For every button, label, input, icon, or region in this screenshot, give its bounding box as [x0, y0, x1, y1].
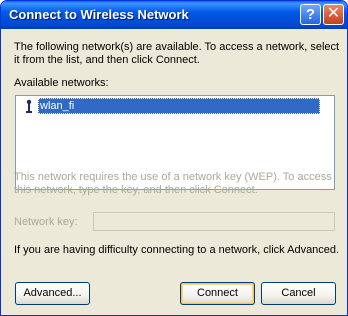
- network-item-wlan-fi[interactable]: wlan_fi: [21, 98, 327, 114]
- key-info-line1: This network requires the use of a netwo…: [14, 171, 332, 183]
- close-button[interactable]: ✕: [323, 4, 344, 25]
- network-name: wlan_fi: [38, 98, 320, 114]
- advanced-button[interactable]: Advanced...: [15, 282, 90, 305]
- intro-text-line2: it from the list, and then click Connect…: [14, 54, 200, 66]
- cancel-button[interactable]: Cancel: [261, 282, 336, 305]
- network-key-label: Network key:: [14, 216, 78, 228]
- connect-wireless-dialog: Connect to Wireless Network ? ✕ The foll…: [0, 0, 348, 316]
- wireless-antenna-icon: [26, 99, 32, 113]
- connect-button[interactable]: Connect: [180, 282, 255, 305]
- intro-text-line1: The following network(s) are available. …: [14, 41, 340, 53]
- help-button[interactable]: ?: [300, 4, 321, 25]
- network-key-field[interactable]: [93, 212, 335, 231]
- available-networks-label: Available networks:: [14, 77, 109, 89]
- key-info-line2: this network, type the key, and then cli…: [14, 184, 258, 196]
- dialog-body: The following network(s) are available. …: [4, 29, 344, 312]
- dialog-title: Connect to Wireless Network: [9, 7, 189, 22]
- advanced-hint-text: If you are having difficulty connecting …: [14, 244, 340, 256]
- title-bar[interactable]: Connect to Wireless Network ? ✕: [1, 1, 347, 29]
